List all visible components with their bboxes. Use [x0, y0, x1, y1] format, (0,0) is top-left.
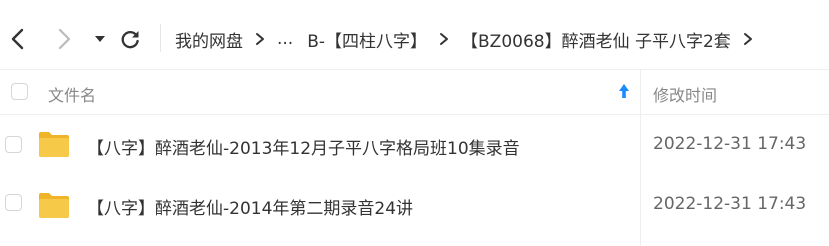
table-row[interactable]: 【八字】醉酒老仙-2014年第二期录音24讲 2022-12-31 17:43 — [0, 173, 829, 231]
breadcrumb-item-parent[interactable]: B-【四柱八字】 — [307, 27, 427, 52]
table-row[interactable]: 【八字】醉酒老仙-2013年12月子平八字格局班10集录音 2022-12-31… — [0, 115, 829, 173]
chevron-right-icon — [58, 28, 71, 50]
table-header: 文件名 修改时间 — [0, 69, 829, 115]
file-name[interactable]: 【八字】醉酒老仙-2014年第二期录音24讲 — [87, 194, 413, 219]
chevron-right-icon — [743, 32, 753, 46]
sort-up-arrow-icon[interactable] — [617, 82, 631, 100]
toolbar-divider — [160, 24, 161, 52]
back-button[interactable] — [3, 24, 33, 54]
forward-button[interactable] — [49, 24, 79, 54]
column-header-name[interactable]: 文件名 — [48, 82, 96, 106]
modified-time: 2022-12-31 17:43 — [653, 134, 807, 154]
chevron-right-icon — [255, 32, 265, 46]
select-all-checkbox[interactable] — [11, 83, 28, 100]
row-checkbox[interactable] — [5, 194, 22, 211]
refresh-button[interactable] — [115, 24, 145, 54]
row-checkbox[interactable] — [5, 136, 22, 153]
breadcrumb: 我的网盘 ... B-【四柱八字】 【BZ0068】醉酒老仙 子平八字2套 — [175, 26, 765, 52]
chevron-left-icon — [11, 28, 24, 50]
breadcrumb-item-current[interactable]: 【BZ0068】醉酒老仙 子平八字2套 — [461, 27, 731, 52]
breadcrumb-item-root[interactable]: 我的网盘 — [175, 27, 243, 52]
breadcrumb-item-ellipsis[interactable]: ... — [277, 29, 293, 49]
history-dropdown-button[interactable] — [85, 24, 115, 54]
file-name[interactable]: 【八字】醉酒老仙-2013年12月子平八字格局班10集录音 — [87, 134, 520, 159]
toolbar: 我的网盘 ... B-【四柱八字】 【BZ0068】醉酒老仙 子平八字2套 — [0, 0, 829, 78]
folder-icon — [39, 132, 69, 157]
caret-down-icon — [95, 36, 105, 42]
refresh-icon — [121, 31, 139, 49]
folder-icon — [39, 193, 69, 218]
column-header-modified[interactable]: 修改时间 — [653, 82, 717, 106]
modified-time: 2022-12-31 17:43 — [653, 194, 807, 214]
chevron-right-icon — [439, 32, 449, 46]
